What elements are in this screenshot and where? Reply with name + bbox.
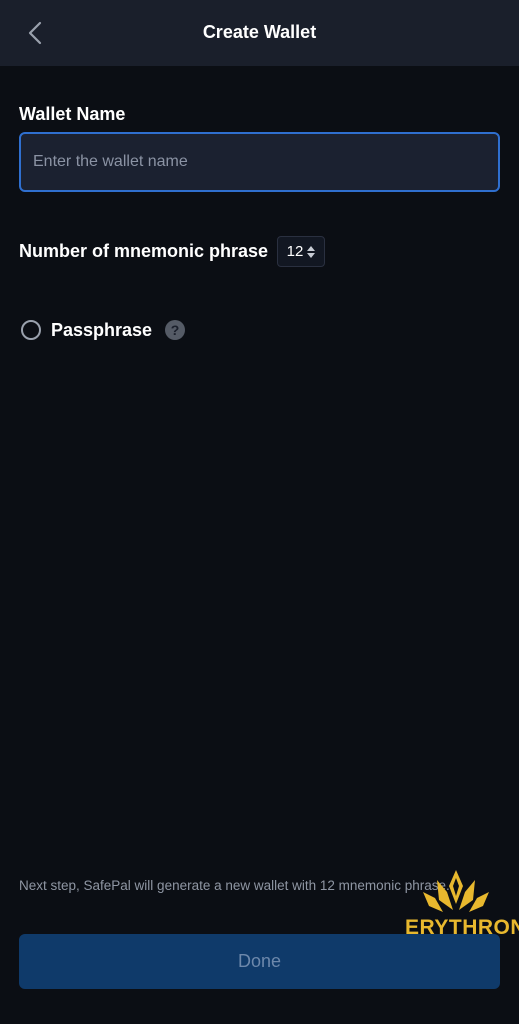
mnemonic-count-label: Number of mnemonic phrase [19, 241, 269, 261]
mnemonic-count-select[interactable]: 12 [277, 236, 325, 267]
help-icon-glyph: ? [170, 322, 180, 338]
passphrase-label: Passphrase [51, 320, 153, 340]
wallet-name-label: Wallet Name [19, 104, 126, 124]
top-bar: Create Wallet [0, 0, 519, 66]
page-title: Create Wallet [202, 22, 317, 42]
crown-logo-icon [423, 870, 489, 912]
mnemonic-count-value: 12 [286, 243, 304, 260]
sort-arrows-icon [307, 245, 316, 258]
passphrase-radio[interactable] [21, 320, 41, 340]
watermark-text: ERYTHRON [405, 916, 519, 939]
watermark: ERYTHRON [405, 870, 519, 945]
help-icon[interactable]: ? [165, 320, 185, 340]
wallet-name-input[interactable] [19, 132, 500, 192]
